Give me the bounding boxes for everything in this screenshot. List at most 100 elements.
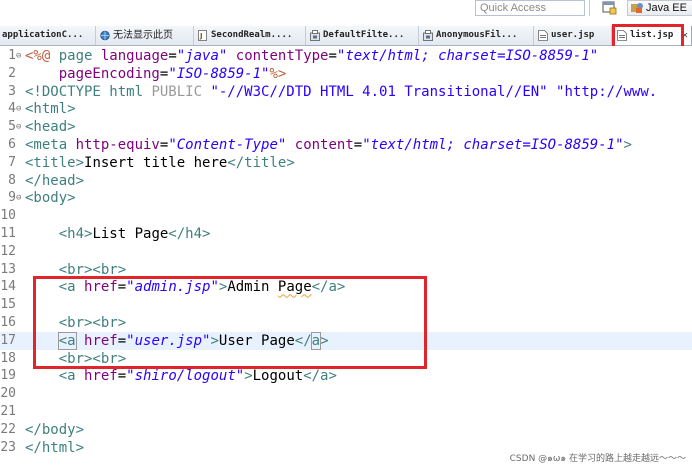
java-ee-perspective-button[interactable]: Java EE [627, 0, 692, 16]
code-token: = [353, 137, 363, 153]
code-text: <html> [25, 100, 76, 118]
line-number: 19 [0, 368, 16, 384]
code-line[interactable]: 5 ⊖ <head> [0, 118, 692, 136]
tab-label: applicationC... [2, 30, 84, 40]
code-token: "-//W3C//DTD HTML 4.01 Transitional//EN" [210, 83, 548, 100]
open-perspective-button[interactable] [600, 0, 618, 16]
code-line[interactable]: 20 [0, 385, 692, 403]
code-token: = [328, 48, 337, 64]
tab-applicationcontext[interactable]: applicationC... [0, 26, 96, 45]
class-file-icon [423, 30, 433, 41]
line-number: 1 [8, 48, 16, 63]
line-number: 6 [8, 137, 16, 152]
code-line[interactable]: 12 [0, 243, 692, 261]
java-file-icon: J [198, 30, 207, 41]
tab-label: 无法显示此页 [113, 30, 173, 41]
code-token: <head> [25, 119, 76, 136]
code-line[interactable]: 8 </head> [0, 172, 692, 190]
code-token: "text/html; charset=ISO-8859-1" [336, 48, 599, 64]
code-editor[interactable]: 1 ⊖ <%@ page language="java" contentType="… [0, 46, 692, 473]
code-token: page [58, 48, 101, 64]
code-token: <meta [25, 137, 76, 153]
code-text: </body> [25, 421, 84, 439]
line-number: 14 [0, 279, 16, 295]
line-number: 23 [0, 439, 16, 455]
tab-secondrealm[interactable]: J SecondRealm.... [194, 26, 306, 45]
line-number: 22 [0, 421, 16, 437]
code-token: </a> [303, 368, 337, 385]
code-token: </head> [25, 172, 85, 189]
line-number: 21 [0, 404, 16, 419]
code-token: content [294, 137, 354, 153]
code-token: Logout [252, 368, 304, 385]
java-ee-icon [631, 3, 643, 13]
code-line[interactable]: 11 <h4>List Page</h4> [0, 225, 692, 243]
watermark: CSDN @๑ω๑ 在学习的路上越走越远～～～ [509, 454, 686, 464]
code-line[interactable]: 2 pageEncoding="ISO-8859-1"%> [0, 65, 692, 83]
code-line[interactable]: 9 ⊖ <body> [0, 189, 692, 207]
code-token: language [100, 48, 169, 64]
code-token: pageEncoding [58, 65, 160, 82]
code-line[interactable]: 1 ⊖ <%@ page language="java" contentType="… [0, 47, 692, 65]
quick-access-input[interactable]: Quick Access [475, 0, 585, 16]
code-line[interactable]: 3 <!DOCTYPE html PUBLIC "-//W3C//DTD HTML… [0, 83, 692, 101]
code-line[interactable]: 7 <title>Insert title here</title> [0, 154, 692, 172]
tab-label: DefaultFilte... [323, 30, 405, 40]
tab-defaultfilter[interactable]: DefaultFilte... [306, 26, 419, 45]
fold-toggle-icon[interactable]: ⊖ [16, 118, 24, 136]
code-text: <!DOCTYPE html PUBLIC "-//W3C//DTD HTML … [25, 83, 657, 101]
code-line[interactable]: 6 <meta http-equiv = "Content-Type" content… [0, 136, 692, 154]
jsp-file-icon [538, 30, 548, 41]
fold-toggle-icon[interactable]: ⊖ [16, 47, 24, 65]
code-line[interactable]: 21 [0, 403, 692, 421]
code-token: PUBLIC [151, 83, 203, 100]
code-token: <h4> [58, 226, 93, 242]
code-token: <!DOCTYPE html [25, 83, 152, 100]
line-number: 8 [8, 172, 16, 188]
code-token: </title> [227, 154, 295, 171]
tab-label: user.jsp [551, 30, 595, 40]
tab-anonymousfilter[interactable]: AnonymousFil... [419, 26, 534, 45]
toolbar-separator [589, 0, 590, 16]
line-number: 7 [8, 154, 16, 170]
code-token: </h4> [168, 226, 211, 242]
code-token: <a [58, 368, 85, 385]
tab-label: SecondRealm.... [211, 30, 293, 40]
line-number: 17 [0, 332, 16, 348]
line-number: 12 [0, 243, 16, 259]
code-token: </body> [25, 421, 85, 438]
code-text: </head> [25, 172, 84, 190]
code-text: <%@ page language="java" contentType="te… [25, 47, 598, 65]
code-token: = [168, 48, 177, 64]
svg-text:J: J [199, 32, 203, 40]
code-token: <html> [25, 101, 76, 118]
code-token: List Page [92, 226, 169, 242]
code-token: Insert title here [84, 154, 228, 171]
code-text: pageEncoding="ISO-8859-1"%> [25, 65, 287, 83]
code-token: contentType [235, 48, 329, 64]
line-number: 11 [0, 226, 16, 241]
code-text: <meta http-equiv="Content-Type" content=… [25, 136, 632, 154]
tab-cannot-display-page[interactable]: 无法显示此页 [96, 26, 194, 45]
code-text: <h4>List Page</h4> [25, 225, 211, 243]
code-token: http-equiv [75, 137, 160, 153]
code-line[interactable]: 22 </body> [0, 421, 692, 439]
line-number: 20 [0, 386, 16, 402]
code-token: > [244, 368, 253, 385]
code-line[interactable]: 19 <a href="shiro/logout">Logout</a> [0, 367, 692, 385]
toolbar: Quick Access Java EE applicationC... 无法显… [0, 0, 692, 46]
fold-toggle-icon[interactable]: ⊖ [16, 189, 24, 207]
code-token: "Content-Type" [168, 137, 287, 153]
fold-toggle-icon[interactable]: ⊖ [16, 100, 24, 118]
code-text: </html> [25, 439, 84, 457]
code-text: <title>Insert title here</title> [25, 154, 295, 172]
code-line[interactable]: 10 [0, 207, 692, 225]
line-number: 4 [8, 101, 16, 117]
code-line[interactable]: 4 ⊖ <html> [0, 100, 692, 118]
code-token: "java" [176, 48, 228, 64]
tab-user-jsp[interactable]: user.jsp [534, 26, 612, 45]
